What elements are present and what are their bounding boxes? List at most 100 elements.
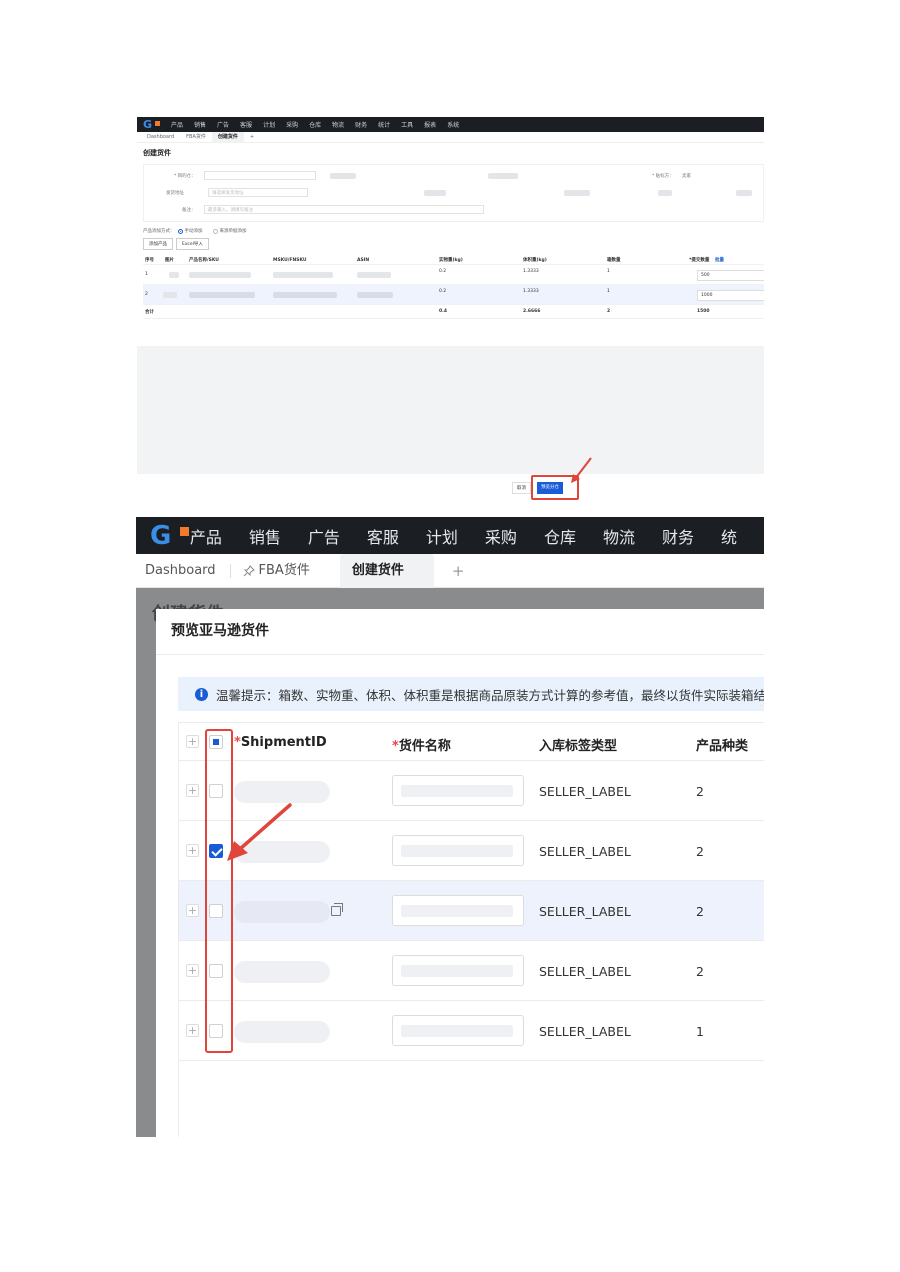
nav-item[interactable]: 工具 — [401, 120, 413, 129]
nav-item[interactable]: 物流 — [332, 120, 344, 129]
row-checkbox[interactable] — [209, 964, 223, 978]
screenshot-create-shipment: G 产品 销售 广告 客服 计划 采购 仓库 物流 财务 统计 工具 报表 系统… — [137, 117, 764, 500]
nav-item[interactable]: 广告 — [217, 120, 229, 129]
row-checkbox[interactable] — [209, 784, 223, 798]
row-checkbox[interactable] — [209, 1024, 223, 1038]
product-table: 序号 图片 产品名称/SKU MSKU/FNSKU ASIN 实物重(kg) 体… — [143, 256, 764, 319]
add-product-button[interactable]: 添加产品 — [143, 238, 173, 250]
page-title: 创建货件 — [143, 149, 171, 157]
nav-item[interactable]: 广告 — [308, 524, 340, 548]
nav-item[interactable]: 销售 — [249, 524, 281, 548]
tab-dashboard-label: Dashboard — [145, 562, 216, 578]
nav-item[interactable]: 财务 — [662, 524, 694, 548]
row-checkbox-checked[interactable] — [209, 844, 223, 858]
redacted-name — [401, 965, 513, 977]
redacted-asin — [357, 292, 393, 298]
expand-row-icon[interactable]: + — [186, 784, 199, 797]
expand-all-icon[interactable]: + — [186, 735, 199, 748]
batch-link[interactable]: 批量 — [715, 257, 724, 263]
nav-item[interactable]: 产品 — [190, 524, 222, 548]
nav-item[interactable]: 报表 — [424, 120, 436, 129]
nav-item[interactable]: 仓库 — [544, 524, 576, 548]
tab-create-label: 创建货件 — [351, 562, 404, 578]
annotation-highlight-box — [531, 475, 579, 500]
tab-fba-shipments[interactable]: FBA货件 — [243, 554, 324, 588]
radio-source[interactable] — [212, 228, 218, 234]
radio-manual-label: 手动添加 — [184, 229, 203, 234]
redacted-shipment-id — [234, 841, 330, 863]
col-shipment-id: *ShipmentID — [234, 735, 327, 750]
tab-dashboard[interactable]: Dashboard — [145, 554, 230, 588]
nav-item[interactable]: 客服 — [367, 524, 399, 548]
nav-item[interactable]: 统 — [721, 524, 737, 548]
expand-row-icon[interactable]: + — [186, 1024, 199, 1037]
nav-item[interactable]: 计划 — [263, 120, 275, 129]
row-weight: 0.2 — [439, 289, 447, 294]
shipto-select[interactable] — [204, 171, 316, 180]
row-vol-weight: 1.3333 — [523, 289, 539, 294]
redacted-value — [564, 190, 590, 196]
nav-item[interactable]: 计划 — [426, 524, 458, 548]
remark-input[interactable]: 最多输入，请填写备注 — [204, 205, 484, 214]
redacted-shipment-id — [234, 781, 330, 803]
toolbar: 添加产品 Excel导入 — [137, 234, 764, 254]
screenshot-preview-shipments: G 产品 销售 广告 客服 计划 采购 仓库 物流 财务 统 Dashboard… — [136, 517, 764, 1137]
shipment-name-input[interactable] — [392, 775, 524, 806]
shipment-name-input[interactable] — [392, 955, 524, 986]
add-tab-button[interactable]: + — [452, 562, 465, 580]
nav-item[interactable]: 财务 — [355, 120, 367, 129]
nav-item[interactable]: 销售 — [194, 120, 206, 129]
total-label: 合计 — [145, 309, 154, 315]
nav-item[interactable]: 仓库 — [309, 120, 321, 129]
nav-item[interactable]: 产品 — [171, 120, 183, 129]
total-vol-weight: 2.6666 — [523, 309, 541, 314]
qty-input[interactable]: 1000 — [697, 290, 764, 301]
nav-item[interactable]: 统计 — [378, 120, 390, 129]
copy-icon[interactable] — [331, 903, 343, 916]
shipment-name-input[interactable] — [392, 835, 524, 866]
excel-import-button[interactable]: Excel导入 — [176, 238, 209, 250]
nav-item[interactable]: 客服 — [240, 120, 252, 129]
col-shipment-name-label: 货件名称 — [398, 739, 451, 754]
qty-input[interactable]: 500 — [697, 270, 764, 281]
label-owner-label: * 贴标方： — [652, 174, 674, 179]
ship-from-select[interactable]: 请选择发货地址 — [208, 188, 308, 197]
redacted-asin — [357, 272, 391, 278]
tab-fba-shipments[interactable]: FBA货件 — [180, 132, 212, 143]
expand-row-icon[interactable]: + — [186, 964, 199, 977]
product-types-cell: 2 — [696, 844, 704, 859]
tab-create-shipment[interactable]: 创建货件 — [339, 553, 434, 588]
redacted-product — [189, 292, 255, 298]
label-type-cell: SELLER_LABEL — [539, 784, 631, 799]
nav-item[interactable]: 物流 — [603, 524, 635, 548]
nav-item[interactable]: 系统 — [447, 120, 459, 129]
shipment-name-input[interactable] — [392, 1015, 524, 1046]
col-vol-weight: 体积重(kg) — [523, 258, 547, 263]
total-boxes: 2 — [607, 309, 611, 314]
tab-add-button[interactable]: + — [244, 132, 260, 143]
select-all-checkbox[interactable] — [209, 735, 223, 749]
expand-row-icon[interactable]: + — [186, 904, 199, 917]
col-weight: 实物重(kg) — [439, 258, 463, 263]
row-index: 1 — [145, 272, 148, 277]
total-qty: 1500 — [697, 309, 710, 314]
label-type-cell: SELLER_LABEL — [539, 904, 631, 919]
row-checkbox[interactable] — [209, 904, 223, 918]
shipment-name-input[interactable] — [392, 895, 524, 926]
nav-item[interactable]: 采购 — [485, 524, 517, 548]
tab-create-shipment[interactable]: 创建货件 — [211, 131, 244, 143]
redacted-shipment-id — [234, 901, 330, 923]
col-image: 图片 — [165, 258, 174, 263]
col-shipment-name: *货件名称 — [392, 739, 451, 754]
label-type-cell: SELLER_LABEL — [539, 964, 631, 979]
product-types-cell: 2 — [696, 904, 704, 919]
row-boxes: 1 — [607, 289, 610, 294]
tab-dashboard[interactable]: Dashboard — [141, 132, 180, 143]
pin-icon — [243, 564, 255, 576]
redacted-shipment-id — [234, 961, 330, 983]
nav-item[interactable]: 采购 — [286, 120, 298, 129]
expand-row-icon[interactable]: + — [186, 844, 199, 857]
cancel-button[interactable]: 取消 — [512, 482, 531, 494]
col-label-type: 入库标签类型 — [539, 739, 618, 754]
radio-manual[interactable] — [177, 228, 183, 234]
